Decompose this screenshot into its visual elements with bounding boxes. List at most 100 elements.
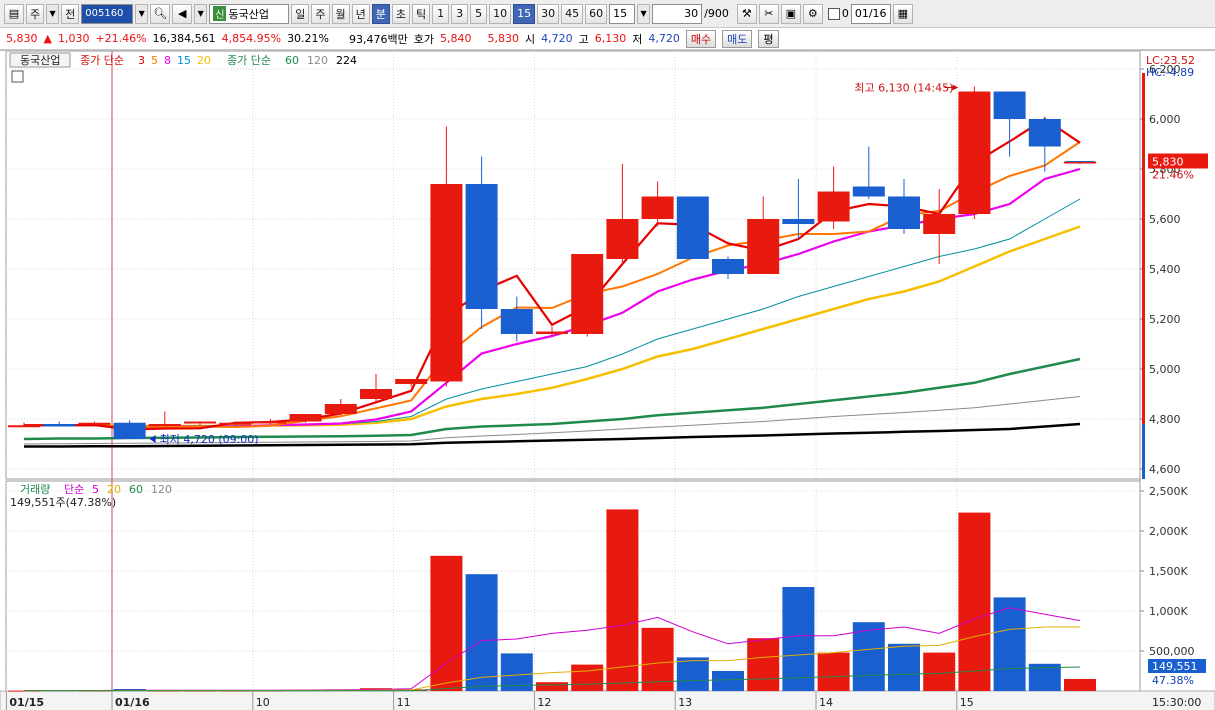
legend-volume-ma-60: 60 <box>129 483 143 496</box>
date-checkbox[interactable] <box>827 7 840 20</box>
buy-button[interactable]: 매수 <box>685 29 717 48</box>
calendar-icon[interactable]: ▦ <box>892 3 913 24</box>
legend-volume-ma-5: 5 <box>92 483 99 496</box>
candle-body <box>923 214 956 234</box>
chevron-down-icon[interactable]: ▼ <box>46 3 60 24</box>
current-price: 5,830 <box>6 32 38 45</box>
time-axis-bar <box>0 690 1215 710</box>
price-tick-label: 6,000 <box>1149 113 1181 126</box>
candle-body <box>184 421 216 424</box>
prev-label: 전 <box>65 7 76 21</box>
candle-body <box>571 254 604 334</box>
time-axis-label: 01/15 <box>9 696 44 709</box>
gear-icon[interactable]: ⚙ <box>802 3 823 24</box>
period-day-button[interactable]: 일 <box>291 3 310 24</box>
candle-body <box>43 424 76 427</box>
bar-count-max: /900 <box>704 7 729 20</box>
market-select[interactable]: 주 <box>26 3 45 24</box>
time-axis-label: 01/16 <box>115 696 150 709</box>
bid-price: 5,830 <box>487 32 520 45</box>
tools-icon[interactable]: ⚒ <box>736 3 757 24</box>
ask-price: 5,840 <box>440 32 472 45</box>
sell-button[interactable]: 매도 <box>722 29 753 48</box>
minute-15-button[interactable]: 15 <box>513 3 536 24</box>
candle-body <box>148 424 181 426</box>
minute-5-button[interactable]: 5 <box>470 3 488 24</box>
chart-area[interactable]: 6,200 6,000 5,800 5,600 5,400 5,200 5,000 4,800… <box>0 50 1215 710</box>
candle-body <box>254 421 287 424</box>
legend-ma-20: 20 <box>197 54 211 67</box>
average-button[interactable]: 평 <box>758 29 779 48</box>
candle-body <box>817 191 850 222</box>
candle-body <box>782 219 815 224</box>
legend-volume-label: 거래량 <box>20 483 50 496</box>
candle-body <box>888 196 920 229</box>
high-label: 고 <box>578 32 589 46</box>
high-price: 6,130 <box>594 32 627 45</box>
price-tag: 5,830 <box>1152 156 1184 169</box>
stock-code-input[interactable]: 005160 <box>81 3 134 24</box>
minute-10-button[interactable]: 10 <box>489 3 512 24</box>
save-icon[interactable]: ▣ <box>780 3 801 24</box>
legend-volume-ma-label: 단순 <box>64 483 84 496</box>
candle-body <box>395 379 428 384</box>
volume-bar <box>606 509 639 691</box>
interval-tick-button[interactable]: 틱 <box>412 3 431 24</box>
interval-second-button[interactable]: 초 <box>391 3 410 24</box>
date-input[interactable]: 01/16 <box>850 3 891 24</box>
volume-pct-tag: 47.38% <box>1152 674 1194 687</box>
time-axis-label: 15 <box>960 696 974 709</box>
price-tick-label: 4,600 <box>1149 463 1181 476</box>
price-change-pct: +21.46% <box>95 32 147 45</box>
range-bar-up <box>1142 73 1145 439</box>
volume-tick-label: 1,000K <box>1149 605 1188 618</box>
scissors-icon[interactable]: ✂ <box>758 3 779 24</box>
volume-bar <box>888 643 920 691</box>
candle-body <box>289 414 322 422</box>
volume-bar <box>747 638 780 691</box>
candle-body <box>641 196 674 219</box>
minute-1-button[interactable]: 1 <box>432 3 450 24</box>
legend-ma-224: 224 <box>336 54 357 67</box>
up-arrow-icon: ▲ <box>43 32 52 45</box>
range-bar-down <box>1142 424 1145 479</box>
minute-60-button[interactable]: 60 <box>585 3 608 24</box>
legend-ma-5: 5 <box>151 54 158 67</box>
volume-tick-label: 2,000K <box>1149 525 1188 538</box>
period-month-button[interactable]: 월 <box>331 3 350 24</box>
layout-icon[interactable]: ▤ <box>4 3 24 24</box>
code-dropdown-icon[interactable]: ▼ <box>135 3 149 24</box>
volume-bar <box>571 664 604 691</box>
price-volume-chart[interactable]: 6,2006,0005,8005,6005,4005,2005,0004,800… <box>0 50 1215 710</box>
interval-minute-button[interactable]: 분 <box>371 3 390 24</box>
minute-45-button[interactable]: 45 <box>561 3 584 24</box>
legend-ma-3: 3 <box>138 54 145 67</box>
bar-count-input[interactable]: 30 <box>652 3 703 24</box>
low-label: 저 <box>632 32 643 46</box>
legend-ma-120: 120 <box>307 54 328 67</box>
minute-3-button[interactable]: 3 <box>451 3 469 24</box>
time-axis-now: 15:30:00 <box>1152 696 1201 709</box>
volume-bar <box>923 652 956 691</box>
prev-button[interactable]: 전 <box>61 3 80 24</box>
sound-dropdown-icon[interactable]: ▼ <box>194 3 208 24</box>
legend-ma-60: 60 <box>285 54 299 67</box>
sound-icon[interactable]: ◀︎ <box>172 3 193 24</box>
legend-toggle-icon <box>11 70 24 83</box>
stock-name: 동국산업 <box>228 7 269 21</box>
volume-ratio: 4,854.95% <box>221 32 282 45</box>
period-year-button[interactable]: 년 <box>351 3 370 24</box>
minute-30-button[interactable]: 30 <box>537 3 560 24</box>
minute-select[interactable]: 15 <box>609 3 636 24</box>
period-week-button[interactable]: 주 <box>311 3 330 24</box>
legend-ma-label: 종가 단순 <box>80 54 124 67</box>
time-axis-label: 13 <box>678 696 692 709</box>
legend-ma-8: 8 <box>164 54 171 67</box>
stock-name-field[interactable]: 신 동국산업 <box>209 3 290 24</box>
volume: 16,384,561 <box>152 32 216 45</box>
candle-body <box>465 184 498 309</box>
candle-body <box>536 331 568 334</box>
minute-dropdown-icon[interactable]: ▼ <box>637 3 651 24</box>
search-icon[interactable]: 🔍︎ <box>150 3 171 24</box>
legend-volume-ma-120: 120 <box>151 483 172 496</box>
